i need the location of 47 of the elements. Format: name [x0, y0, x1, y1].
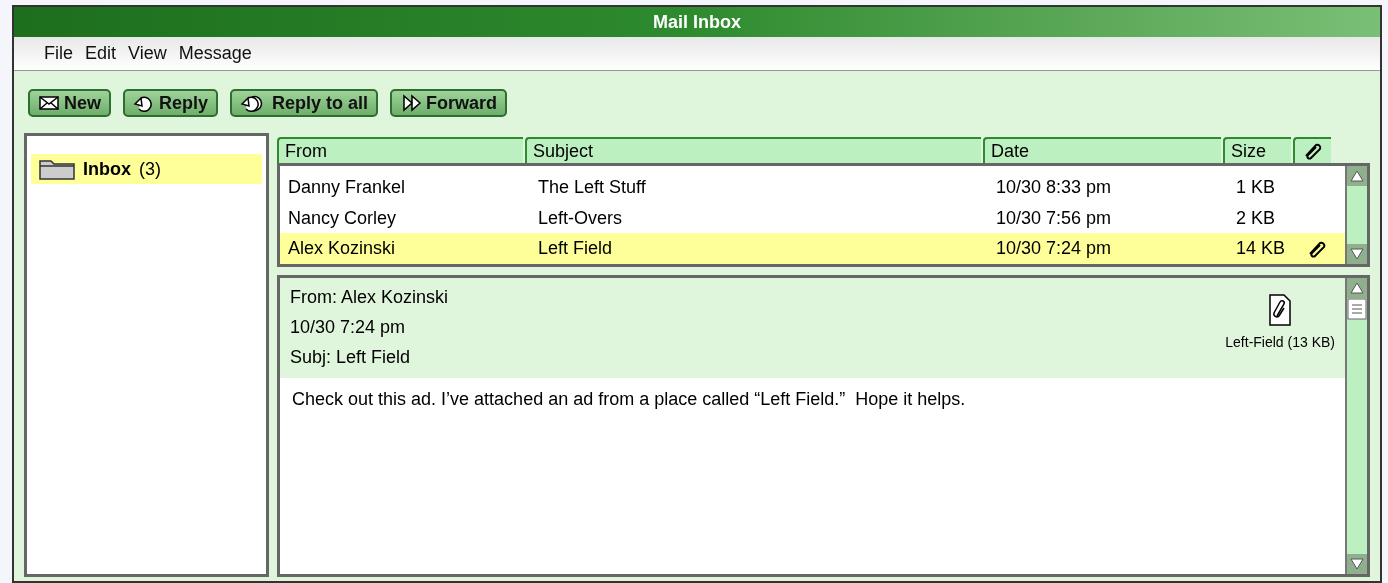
menu-item[interactable]: File — [44, 40, 73, 67]
scroll-down-icon[interactable] — [1347, 244, 1367, 264]
folder-item[interactable]: Inbox (3) — [31, 154, 262, 184]
menu-item[interactable]: View — [128, 40, 167, 67]
scrollbar[interactable] — [1345, 278, 1367, 574]
column-header[interactable]: Date — [983, 137, 1221, 163]
attachment-label[interactable]: Left-Field (13 KB) — [1225, 330, 1335, 354]
table-cell-text: 1 KB — [1236, 175, 1277, 199]
message-body: Check out this ad. I’ve attached an ad from a place called “Left Field.” Hope it helps. — [291, 388, 967, 411]
scroll-up-icon[interactable] — [1347, 278, 1367, 298]
sender-text: From: Alex Kozinski — [290, 286, 449, 309]
table-cell-text: The Left Stuff — [538, 175, 647, 199]
table-cell-text: 10/30 8:33 pm — [996, 175, 1113, 199]
table-cell-text: Danny Frankel — [288, 175, 407, 199]
folder-name: Inbox — [83, 157, 131, 181]
message-row[interactable]: Nancy Corley Left-Overs 10/30 7:56 pm 2 KB — [280, 202, 1345, 234]
toolbar-button[interactable]: New — [28, 89, 111, 117]
table-cell-text: Left Field — [538, 237, 614, 261]
table-cell-text: Left-Overs — [538, 206, 624, 230]
table-cell-text: Alex Kozinski — [288, 237, 397, 261]
table-cell-text: 14 KB — [1236, 237, 1287, 261]
attachment-column-header[interactable] — [1293, 137, 1331, 163]
scroll-thumb-icon[interactable] — [1347, 298, 1367, 320]
scroll-up-icon[interactable] — [1347, 166, 1367, 186]
column-header[interactable]: Subject — [525, 137, 981, 163]
folder-icon — [39, 158, 75, 180]
table-cell-text: 10/30 7:56 pm — [996, 206, 1113, 230]
subject-text: Subj: Left Field — [290, 346, 412, 369]
table-cell-text: 10/30 7:24 pm — [996, 237, 1113, 261]
date-text: 10/30 7:24 pm — [290, 316, 407, 339]
forward-icon — [400, 92, 423, 114]
toolbar-button[interactable]: Reply to all — [230, 89, 379, 117]
column-header[interactable]: Size — [1223, 137, 1291, 163]
toolbar-button[interactable]: Forward — [390, 89, 508, 117]
table-cell-text: Nancy Corley — [288, 206, 398, 230]
attachment-file-icon[interactable] — [1269, 294, 1292, 326]
unread-count: (3) — [139, 157, 161, 181]
message-row[interactable]: Alex Kozinski Left Field 10/30 7:24 pm 14 KB — [280, 233, 1345, 264]
message-row[interactable]: Danny Frankel The Left Stuff 10/30 8:33 pm 1 KB — [280, 172, 1345, 203]
column-header[interactable]: From — [277, 137, 523, 163]
toolbar-button[interactable]: Reply — [123, 89, 219, 117]
menu-item[interactable]: Message — [178, 40, 252, 67]
scrollbar[interactable] — [1345, 166, 1367, 264]
scroll-down-icon[interactable] — [1347, 554, 1367, 574]
menu-item[interactable]: Edit — [85, 40, 117, 67]
table-cell-text: 2 KB — [1236, 206, 1277, 230]
window-title: Mail Inbox — [653, 10, 741, 34]
